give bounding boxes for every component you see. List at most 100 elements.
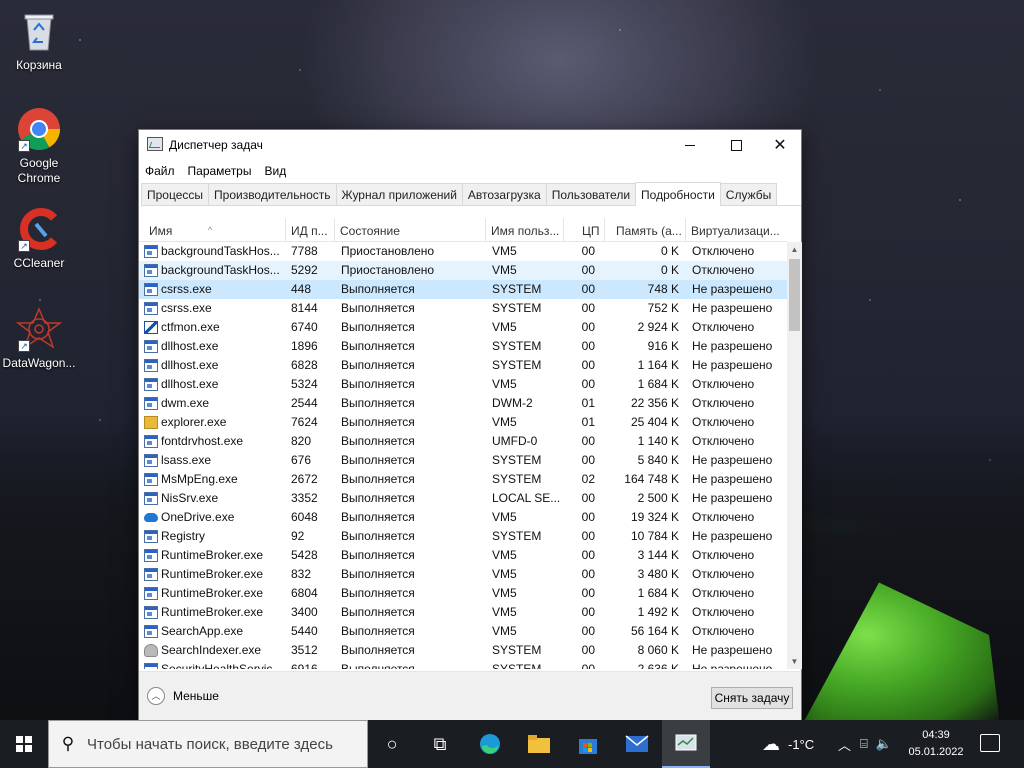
system-tray-icons: ⌸ 🔈 bbox=[860, 720, 892, 768]
taskbar-search-box[interactable]: ⚲ Чтобы начать поиск, введите здесь bbox=[48, 720, 368, 768]
store-icon[interactable] bbox=[564, 720, 612, 768]
process-virtualization: Не разрешено bbox=[692, 453, 773, 467]
table-row[interactable]: NisSrv.exe 3352 Выполняется LOCAL SE... 00 2 … bbox=[139, 489, 787, 508]
recycle-bin-icon bbox=[16, 8, 62, 54]
table-row[interactable]: RuntimeBroker.exe 3400 Выполняется VM5 00 1 4… bbox=[139, 603, 787, 622]
desktop-icon-recycle-bin[interactable]: Корзина bbox=[2, 8, 76, 73]
process-pid: 5428 bbox=[291, 548, 318, 562]
process-cpu: 00 bbox=[581, 434, 595, 448]
show-hidden-icons-button[interactable]: ︿ bbox=[838, 720, 851, 768]
table-row[interactable]: backgroundTaskHos... 5292 Приостановлено VM… bbox=[139, 261, 787, 280]
scroll-up-icon[interactable]: ▲ bbox=[787, 242, 802, 257]
title-bar[interactable]: Диспетчер задач ✕ bbox=[139, 130, 801, 160]
tab-app-history[interactable]: Журнал приложений bbox=[335, 183, 463, 205]
table-row[interactable]: MsMpEng.exe 2672 Выполняется SYSTEM 02 164 74… bbox=[139, 470, 787, 489]
table-row[interactable]: SecurityHealthServic... 6916 Выполняется SY… bbox=[139, 660, 787, 669]
clock[interactable]: 04:39 05.01.2022 bbox=[902, 727, 970, 761]
network-icon[interactable]: ⌸ bbox=[860, 736, 868, 752]
fewer-details-button[interactable]: ︿ Меньше bbox=[147, 687, 219, 705]
process-cpu: 00 bbox=[581, 491, 595, 505]
close-button[interactable]: ✕ bbox=[757, 130, 803, 160]
table-row[interactable]: dllhost.exe 6828 Выполняется SYSTEM 00 1 164 … bbox=[139, 356, 787, 375]
table-row[interactable]: dwm.exe 2544 Выполняется DWM-2 01 22 356 K Отк… bbox=[139, 394, 787, 413]
process-virtualization: Отключено bbox=[692, 548, 755, 562]
task-manager-taskbar-icon[interactable] bbox=[662, 720, 710, 768]
tab-details[interactable]: Подробности bbox=[635, 182, 721, 206]
table-row[interactable]: explorer.exe 7624 Выполняется VM5 01 25 404 K… bbox=[139, 413, 787, 432]
process-user: LOCAL SE... bbox=[492, 491, 561, 505]
menu-file[interactable]: Файл bbox=[145, 164, 175, 178]
volume-muted-icon[interactable]: 🔈 bbox=[876, 736, 892, 752]
column-header-cpu[interactable]: ЦП bbox=[564, 218, 605, 242]
scroll-down-icon[interactable]: ▼ bbox=[787, 654, 802, 669]
table-row[interactable]: backgroundTaskHos... 7788 Приостановлено VM… bbox=[139, 242, 787, 261]
desktop-icon-label: Корзина bbox=[16, 58, 62, 72]
edge-icon[interactable] bbox=[466, 720, 514, 768]
maximize-button[interactable] bbox=[713, 130, 759, 160]
process-virtualization: Не разрешено bbox=[692, 358, 773, 372]
desktop-icon-datawagon[interactable]: ↗ DataWagon... bbox=[2, 306, 76, 371]
window-icon bbox=[144, 663, 158, 669]
menu-view[interactable]: Вид bbox=[264, 164, 286, 178]
minimize-button[interactable] bbox=[667, 130, 713, 160]
column-header-pid[interactable]: ИД п... bbox=[286, 218, 335, 242]
process-cpu: 00 bbox=[581, 282, 595, 296]
process-memory: 2 924 K bbox=[637, 320, 679, 334]
column-header-user[interactable]: Имя польз... bbox=[486, 218, 564, 242]
mail-icon[interactable] bbox=[613, 720, 661, 768]
tab-users[interactable]: Пользователи bbox=[545, 183, 637, 205]
vertical-scrollbar[interactable]: ▲ ▼ bbox=[787, 242, 802, 669]
process-name: fontdrvhost.exe bbox=[161, 434, 244, 448]
process-cpu: 00 bbox=[581, 339, 595, 353]
file-explorer-icon[interactable] bbox=[515, 720, 563, 768]
table-row[interactable]: RuntimeBroker.exe 5428 Выполняется VM5 00 3 1… bbox=[139, 546, 787, 565]
process-state: Выполняется bbox=[341, 434, 415, 448]
process-name: lsass.exe bbox=[161, 453, 212, 467]
table-row[interactable]: ctfmon.exe 6740 Выполняется VM5 00 2 924 K Отк… bbox=[139, 318, 787, 337]
menu-options[interactable]: Параметры bbox=[188, 164, 252, 178]
end-task-button[interactable]: Снять задачу bbox=[711, 687, 793, 709]
table-row[interactable]: lsass.exe 676 Выполняется SYSTEM 00 5 840 K Не… bbox=[139, 451, 787, 470]
process-state: Выполняется bbox=[341, 567, 415, 581]
weather-widget[interactable]: ☁ -1°C bbox=[762, 720, 814, 768]
tab-performance[interactable]: Производительность bbox=[208, 183, 337, 205]
tab-processes[interactable]: Процессы bbox=[141, 183, 210, 205]
process-virtualization: Не разрешено bbox=[692, 282, 773, 296]
table-row[interactable]: fontdrvhost.exe 820 Выполняется UMFD-0 00 1 1… bbox=[139, 432, 787, 451]
desktop-icon-chrome[interactable]: ↗ Google Chrome bbox=[2, 106, 76, 186]
notifications-icon[interactable] bbox=[980, 734, 1000, 752]
table-row[interactable]: SearchApp.exe 5440 Выполняется VM5 00 56 164 … bbox=[139, 622, 787, 641]
start-button[interactable] bbox=[0, 720, 48, 768]
table-row[interactable]: SearchIndexer.exe 3512 Выполняется SYSTEM 00… bbox=[139, 641, 787, 660]
process-name: explorer.exe bbox=[161, 415, 227, 429]
desktop-icon-label: DataWagon... bbox=[2, 356, 76, 370]
table-row[interactable]: RuntimeBroker.exe 6804 Выполняется VM5 00 1 6… bbox=[139, 584, 787, 603]
process-state: Приостановлено bbox=[341, 263, 435, 277]
table-row[interactable]: OneDrive.exe 6048 Выполняется VM5 00 19 324 K… bbox=[139, 508, 787, 527]
table-row[interactable]: dllhost.exe 1896 Выполняется SYSTEM 00 916 K Н… bbox=[139, 337, 787, 356]
ccleaner-icon: ↗ bbox=[16, 206, 62, 252]
tab-startup[interactable]: Автозагрузка bbox=[461, 183, 547, 205]
process-user: VM5 bbox=[492, 567, 517, 581]
process-virtualization: Отключено bbox=[692, 605, 755, 619]
column-header-virtualization[interactable]: Виртуализаци... bbox=[686, 218, 787, 242]
column-header-state[interactable]: Состояние bbox=[335, 218, 486, 242]
desktop-icon-ccleaner[interactable]: ↗ CCleaner bbox=[2, 206, 76, 271]
table-row[interactable]: RuntimeBroker.exe 832 Выполняется VM5 00 3 48… bbox=[139, 565, 787, 584]
process-virtualization: Отключено bbox=[692, 567, 755, 581]
column-header-memory[interactable]: Память (а... bbox=[605, 218, 686, 242]
scroll-thumb[interactable] bbox=[789, 259, 800, 331]
task-view-icon[interactable]: ⧉ bbox=[416, 720, 464, 768]
process-memory: 916 K bbox=[647, 339, 679, 353]
window-icon bbox=[144, 454, 158, 467]
shortcut-arrow-icon: ↗ bbox=[18, 340, 30, 352]
table-row[interactable]: csrss.exe 8144 Выполняется SYSTEM 00 752 K Не … bbox=[139, 299, 787, 318]
table-row[interactable]: csrss.exe 448 Выполняется SYSTEM 00 748 K Не р… bbox=[139, 280, 787, 299]
column-header-name[interactable]: Имя ^ bbox=[139, 218, 286, 242]
cortana-icon[interactable]: ○ bbox=[368, 720, 416, 768]
process-pid: 7788 bbox=[291, 244, 318, 258]
window-icon bbox=[144, 473, 158, 486]
table-row[interactable]: Registry 92 Выполняется SYSTEM 00 10 784 K Не … bbox=[139, 527, 787, 546]
table-row[interactable]: dllhost.exe 5324 Выполняется VM5 00 1 684 K От… bbox=[139, 375, 787, 394]
tab-services[interactable]: Службы bbox=[719, 183, 778, 205]
